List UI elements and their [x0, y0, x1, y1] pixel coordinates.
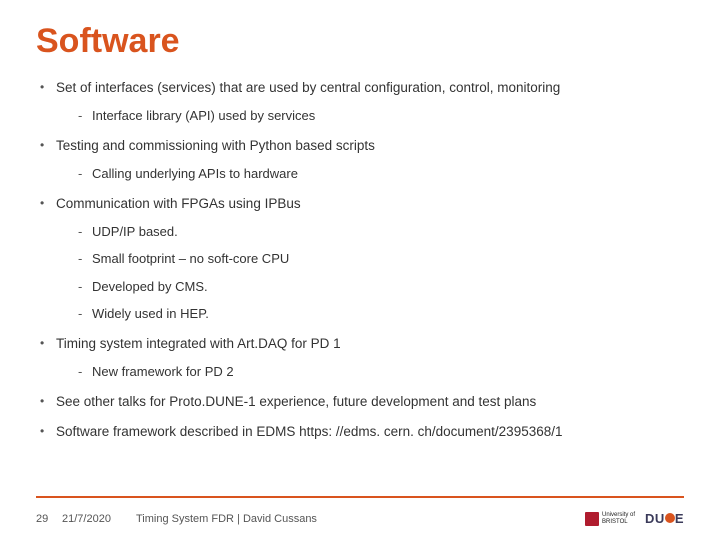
- footer-date: 21/7/2020: [62, 513, 136, 525]
- page-number: 29: [36, 513, 62, 525]
- slide: Software Set of interfaces (services) th…: [0, 0, 720, 441]
- list-item: Calling underlying APIs to hardware: [56, 165, 684, 183]
- list-item: Timing system integrated with Art.DAQ fo…: [36, 335, 684, 381]
- neutrino-icon: [665, 513, 675, 523]
- list-item: See other talks for Proto.DUNE-1 experie…: [36, 393, 684, 411]
- dune-prefix: DU: [645, 511, 665, 526]
- bullet-text: Set of interfaces (services) that are us…: [56, 80, 560, 95]
- bristol-logo: University of BRISTOL: [585, 512, 635, 526]
- sub-list: Interface library (API) used by services: [56, 107, 684, 125]
- bullet-text: Testing and commissioning with Python ba…: [56, 138, 375, 153]
- bristol-line1: University of: [602, 512, 635, 518]
- slide-title: Software: [36, 22, 684, 61]
- list-item: Software framework described in EDMS htt…: [36, 423, 684, 441]
- crest-icon: [585, 512, 599, 526]
- bristol-text: University of BRISTOL: [602, 512, 635, 525]
- sub-list: UDP/IP based. Small footprint – no soft-…: [56, 223, 684, 323]
- footer-title: Timing System FDR | David Cussans: [136, 513, 585, 525]
- bullet-list: Set of interfaces (services) that are us…: [36, 79, 684, 441]
- dune-suffix: E: [675, 511, 684, 526]
- dune-logo: DU E: [645, 511, 684, 526]
- bristol-line2: BRISTOL: [602, 519, 635, 525]
- footer-divider: [36, 496, 684, 498]
- list-item: UDP/IP based.: [56, 223, 684, 241]
- list-item: Testing and commissioning with Python ba…: [36, 137, 684, 183]
- sub-list: New framework for PD 2: [56, 363, 684, 381]
- list-item: Small footprint – no soft-core CPU: [56, 250, 684, 268]
- list-item: Communication with FPGAs using IPBus UDP…: [36, 195, 684, 323]
- logo-group: University of BRISTOL DU E: [585, 511, 684, 526]
- list-item: New framework for PD 2: [56, 363, 684, 381]
- bullet-text: Timing system integrated with Art.DAQ fo…: [56, 336, 341, 351]
- sub-list: Calling underlying APIs to hardware: [56, 165, 684, 183]
- list-item: Developed by CMS.: [56, 278, 684, 296]
- bullet-text: Communication with FPGAs using IPBus: [56, 196, 301, 211]
- list-item: Interface library (API) used by services: [56, 107, 684, 125]
- list-item: Widely used in HEP.: [56, 305, 684, 323]
- slide-footer: 29 21/7/2020 Timing System FDR | David C…: [36, 511, 684, 526]
- list-item: Set of interfaces (services) that are us…: [36, 79, 684, 125]
